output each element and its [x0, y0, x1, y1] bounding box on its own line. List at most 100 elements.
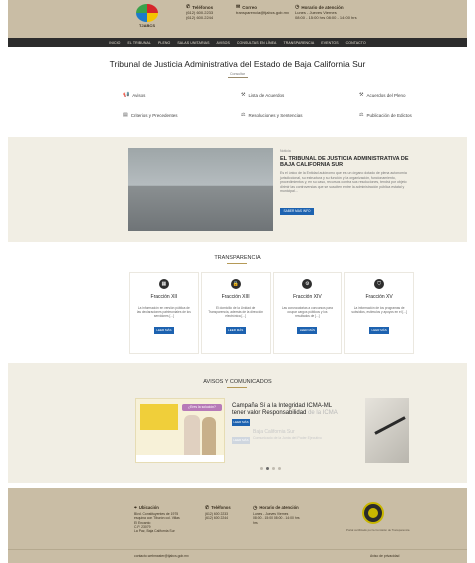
footer-address-line: La Paz, Baja California Sur	[134, 529, 175, 534]
news-more-button[interactable]: SABER MAS INFO	[280, 208, 314, 215]
logo-mark-icon	[136, 4, 158, 22]
link-edictos[interactable]: ⚖ Publicación de Edictos	[359, 112, 449, 118]
nav-salas-unitarias[interactable]: SALAS UNITARIAS	[177, 41, 209, 45]
header-email: ✉ Correo transparencia@tjabcs.gob.mx	[236, 5, 289, 16]
badge-caption: Portal certificado por la Comisión de Tr…	[346, 528, 410, 532]
news-title[interactable]: EL TRIBUNAL DE JUSTICIA ADMINISTRATIVA D…	[280, 156, 415, 168]
link-label: Publicación de Edictos	[366, 112, 412, 118]
document-icon: ▦	[158, 279, 169, 289]
transparencia-divider	[227, 263, 247, 264]
nav-avisos[interactable]: AVISOS	[217, 41, 230, 45]
card-title: Fracción XIII	[221, 294, 250, 300]
shield-icon: ⛉	[374, 279, 385, 289]
footer-webmaster-email[interactable]: contacto.webmaster@tjabcs.gob.mx	[134, 554, 189, 558]
card-fraccion-xiv: ⚙ Fracción XIV Las convocatorias a concu…	[272, 272, 343, 354]
aviso-headline[interactable]: Campaña Sí a la Integridad ICMA-ML tener…	[232, 403, 362, 417]
footer-hours-line: 08:00 - 15:00 08:00 - 14:00 hrs	[253, 516, 300, 521]
card-fraccion-xv: ⛉ Fracción XV La información de los prog…	[344, 272, 414, 354]
link-lista-acuerdos[interactable]: ⚒ Lista de Acuerdos	[241, 92, 359, 98]
aviso-read-more-button[interactable]: LEER MÁS	[232, 419, 250, 426]
card-read-more-button[interactable]: LEER MÁS	[225, 327, 246, 334]
link-acuerdos-pleno[interactable]: ⚒ Acuerdos del Pleno	[359, 92, 449, 98]
site-logo[interactable]: TJABCS	[136, 4, 158, 32]
link-resoluciones[interactable]: ⚖ Resoluciones y Sentencias	[241, 112, 359, 118]
privacy-link[interactable]: Aviso de privacidad	[370, 554, 399, 558]
page: TJABCS ✆ Teléfonos (612) 600.2233 (612) 6…	[8, 0, 467, 563]
aviso-image[interactable]: ¿Eres la solución?	[135, 398, 225, 463]
gavel-icon: ⚒	[359, 92, 364, 98]
carousel-dot-active[interactable]	[266, 467, 269, 470]
gear-icon: ⚙	[302, 279, 313, 289]
footer-hours: ◷ Horario de atención Lunes - Jueves Vier…	[253, 505, 300, 525]
carousel-dot[interactable]	[272, 467, 275, 470]
nav-consultas[interactable]: CONSULTAS EN LÍNEA	[237, 41, 277, 45]
carousel-dot[interactable]	[260, 467, 263, 470]
scales-icon: ⚖	[241, 112, 246, 118]
consultar-label: Consultar	[230, 72, 245, 76]
aviso-image-banner: ¿Eres la solución?	[182, 404, 222, 411]
nav-inicio[interactable]: INICIO	[109, 41, 120, 45]
nav-pleno[interactable]: PLENO	[158, 41, 170, 45]
card-text: El domicilio de la Unidad de Transparenc…	[208, 306, 264, 318]
nav-eventos[interactable]: EVENTOS	[321, 41, 338, 45]
nav-contacto[interactable]: CONTACTO	[346, 41, 366, 45]
link-label: Criterios y Precedentes	[130, 112, 178, 118]
card-read-more-button[interactable]: LEER MÁS	[297, 327, 318, 334]
page-title: Tribunal de Justicia Administrativa del …	[109, 59, 366, 69]
avisos-divider	[227, 387, 247, 388]
footer-phones: ✆ Teléfonos (612) 600 2233 (612) 600 2244	[205, 505, 231, 521]
card-read-more-button[interactable]: LEER MÁS	[153, 327, 174, 334]
aviso-side-image[interactable]	[365, 398, 409, 463]
scales-icon: ⚖	[359, 112, 364, 118]
carousel-dots	[260, 467, 281, 470]
aviso-subtitle: Baja California Sur Comunicado de la Jun…	[253, 429, 383, 441]
footer-hours-title: Horario de atención	[259, 505, 299, 510]
news-photo-people	[136, 184, 265, 226]
aviso-headline-line-2: tener valor Responsabilidad	[232, 410, 307, 416]
aviso-side-pen	[374, 416, 406, 435]
aviso-image-person-2	[202, 417, 216, 455]
nav-transparencia[interactable]: TRANSPARENCIA	[284, 41, 315, 45]
header: TJABCS ✆ Teléfonos (612) 600.2233 (612) 6…	[8, 0, 467, 38]
aviso-image-person	[184, 415, 200, 455]
link-label: Lista de Acuerdos	[248, 92, 285, 98]
footer-bottom: contacto.webmaster@tjabcs.gob.mx Aviso d…	[8, 549, 467, 563]
lock-icon: 🔒	[230, 279, 241, 289]
footer-hours-line: hrs	[253, 520, 258, 525]
header-email-address[interactable]: transparencia@tjabcs.gob.mx	[236, 10, 289, 15]
aviso-read-more-button-2[interactable]: LEER MÁS	[232, 437, 250, 444]
transparencia-title: TRANSPARENCIA	[214, 255, 261, 261]
footer-phones-title: Teléfonos	[211, 505, 231, 510]
footer-phone[interactable]: (612) 600 2244	[205, 516, 231, 520]
news-tag: Noticia	[280, 149, 291, 153]
nav-el-tribunal[interactable]: EL TRIBUNAL	[127, 41, 150, 45]
link-label: Avisos	[132, 92, 146, 98]
news-text: Es el único de la Entidad autónomo que e…	[280, 171, 407, 193]
quick-links: 📢 Avisos ⚒ Lista de Acuerdos ⚒ Acuerdos del…	[123, 92, 423, 118]
aviso-image-footer	[136, 455, 224, 462]
header-phone-2[interactable]: (612) 600.2244	[186, 15, 213, 20]
link-criterios[interactable]: ▤ Criterios y Precedentes	[123, 112, 241, 118]
carousel-dot[interactable]	[278, 467, 281, 470]
pin-icon: ⌖	[134, 505, 137, 511]
main-nav: INICIO EL TRIBUNAL PLENO SALAS UNITARIAS…	[8, 38, 467, 47]
header-hours-times: 08:00 - 15:00 hrs 08:00 - 14:00 hrs	[295, 15, 357, 20]
transparencia-cards: ▦ Fracción XII La información en versión…	[129, 272, 414, 354]
footer-location: ⌖ Ubicación Blvd. Constituyentes de 1975 …	[134, 505, 180, 534]
card-read-more-button[interactable]: LEER MÁS	[369, 327, 390, 334]
footer-location-title: Ubicación	[138, 505, 159, 510]
certification-badge-icon[interactable]	[362, 502, 384, 524]
link-avisos[interactable]: 📢 Avisos	[123, 92, 241, 98]
footer-address-line: esquina con Tiburón col. Villas	[134, 516, 180, 521]
phone-icon: ✆	[205, 505, 210, 511]
card-text: Las convocatorias a concursos para ocupa…	[281, 306, 333, 318]
avisos-section: AVISOS Y COMUNICADOS ¿Eres la solución? …	[8, 363, 467, 483]
aviso-headline-line-1: Campaña Sí a la Integridad ICMA-ML	[232, 403, 333, 409]
aviso-headline-faint: de la ICMA	[308, 410, 338, 416]
card-text: La información en versión pública de las…	[136, 306, 191, 318]
clock-icon: ◷	[253, 505, 258, 511]
card-text: La información de los programas de subsi…	[351, 306, 407, 314]
link-label: Acuerdos del Pleno	[366, 92, 406, 98]
card-fraccion-xii: ▦ Fracción XII La información en versión…	[129, 272, 199, 354]
card-title: Fracción XII	[150, 294, 178, 300]
